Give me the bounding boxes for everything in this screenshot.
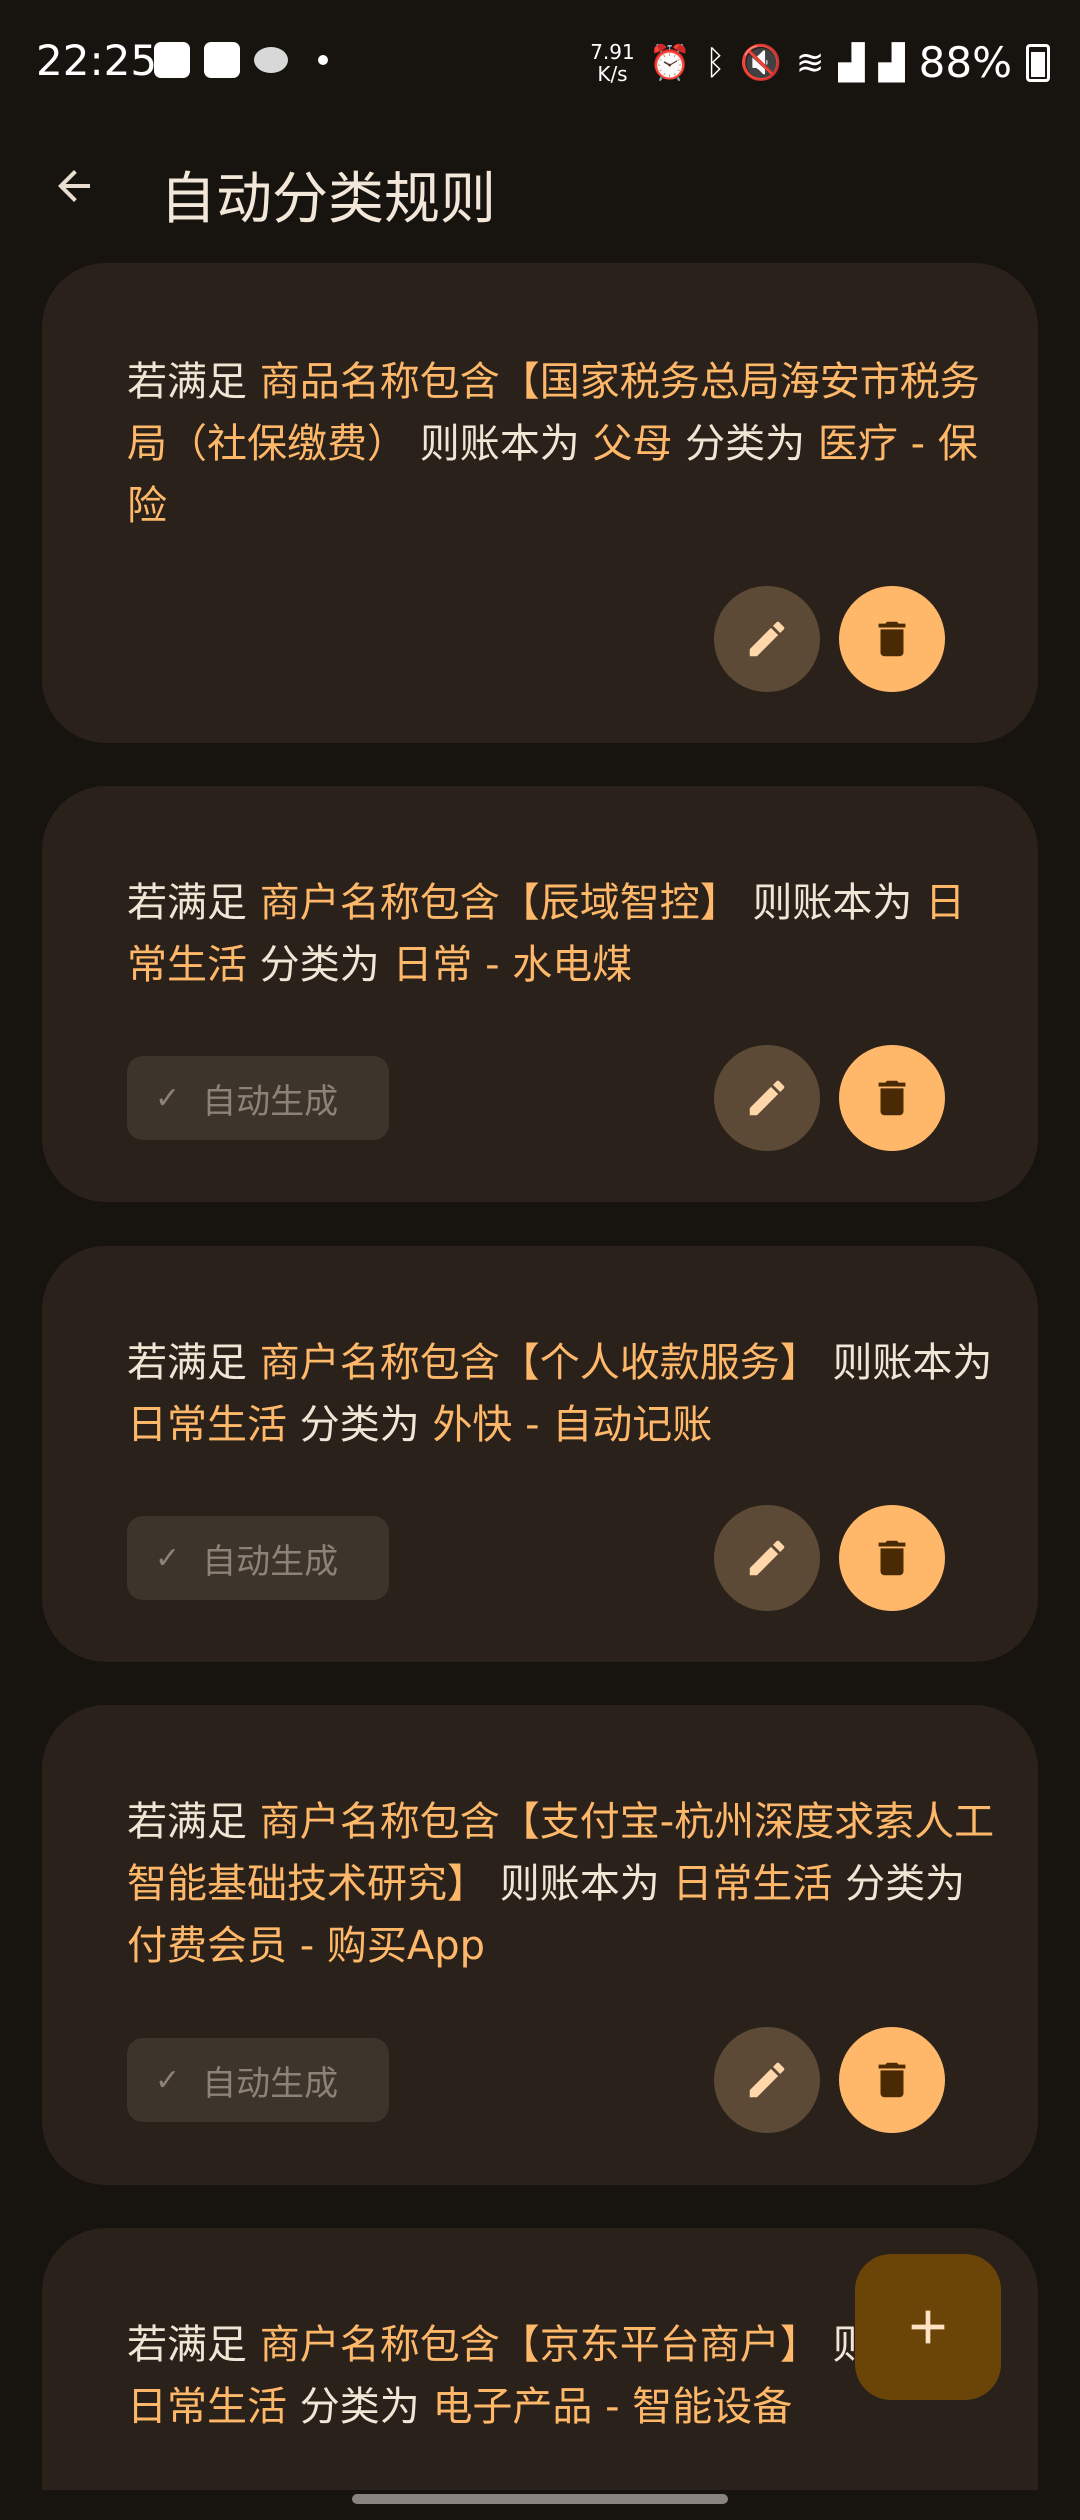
status-bar: 22:25 7.91 K/s ⏰ ᛒ 🔇 ≋ ▟ ▟ 88%	[0, 0, 1080, 130]
more-notifications-dot-icon	[318, 55, 328, 65]
pencil-icon	[749, 1540, 785, 1576]
rule-category: 日常 - 水电煤	[392, 942, 633, 988]
delete-rule-button[interactable]	[839, 1505, 945, 1611]
cloud-icon	[254, 47, 288, 73]
chip-label: 自动生成	[202, 2063, 339, 2104]
top-app-bar: 自动分类规则	[0, 130, 1080, 260]
status-time: 22:25	[36, 36, 158, 85]
chip-label: 自动生成	[202, 1081, 339, 1122]
notification-icons	[154, 42, 328, 78]
rule-condition: 商户名称包含【辰域智控】	[259, 880, 740, 926]
page-title: 自动分类规则	[160, 167, 496, 232]
delete-rule-button[interactable]	[839, 586, 945, 692]
system-icons: 7.91 K/s ⏰ ᛒ 🔇 ≋ ▟ ▟ 88%	[590, 38, 1050, 87]
signal-5g-2-icon: ▟	[878, 42, 905, 83]
rule-category: 付费会员 - 购买App	[127, 1923, 486, 1969]
battery-icon	[1026, 43, 1050, 82]
rule-description: 若满足 商品名称包含【国家税务总局海安市税务局（社保缴费） 则账本为 父母 分类…	[127, 359, 980, 529]
rule-category: 外快 - 自动记账	[432, 1402, 713, 1448]
chip-label: 自动生成	[202, 1541, 339, 1582]
rule-condition: 商户名称包含【京东平台商户】	[259, 2322, 820, 2368]
rule-description: 若满足 商户名称包含【支付宝-杭州深度求索人工智能基础技术研究】 则账本为 日常…	[127, 1799, 995, 1969]
edit-rule-button[interactable]	[714, 1045, 820, 1151]
rule-book: 日常生活	[127, 2384, 287, 2430]
mute-icon: 🔇	[739, 42, 782, 83]
rule-card: 若满足 商户名称包含【个人收款服务】 则账本为 日常生活 分类为 外快 - 自动…	[42, 1246, 1038, 1662]
pencil-icon	[749, 1080, 785, 1116]
check-icon: ✓	[155, 2062, 181, 2098]
signal-5g-1-icon: ▟	[838, 42, 865, 83]
trash-icon	[878, 1540, 906, 1576]
wifi-icon: ≋	[795, 42, 825, 83]
plus-icon	[911, 2310, 945, 2344]
check-icon: ✓	[155, 1540, 181, 1576]
edit-rule-button[interactable]	[714, 2027, 820, 2133]
auto-generated-chip: ✓ 自动生成	[127, 1516, 389, 1600]
edit-rule-button[interactable]	[714, 1505, 820, 1611]
add-rule-button[interactable]	[855, 2254, 1001, 2400]
pencil-icon	[749, 2062, 785, 2098]
rule-category: 电子产品 - 智能设备	[432, 2384, 793, 2430]
trash-icon	[878, 2062, 906, 2098]
pencil-icon	[749, 621, 785, 657]
rule-condition: 商户名称包含【个人收款服务】	[259, 1340, 820, 1386]
trash-icon	[878, 621, 906, 657]
rule-description: 若满足 商户名称包含【个人收款服务】 则账本为 日常生活 分类为 外快 - 自动…	[127, 1340, 993, 1448]
rule-description: 若满足 商户名称包含【辰域智控】 则账本为 日常生活 分类为 日常 - 水电煤	[127, 880, 966, 988]
alarm-icon: ⏰	[648, 42, 692, 83]
network-speed: 7.91 K/s	[590, 39, 635, 86]
delete-rule-button[interactable]	[839, 2027, 945, 2133]
check-icon: ✓	[155, 1080, 181, 1116]
arrow-back-icon	[58, 170, 90, 202]
gallery-icon	[154, 42, 190, 78]
rule-card: 若满足 商品名称包含【国家税务总局海安市税务局（社保缴费） 则账本为 父母 分类…	[42, 263, 1038, 743]
auto-generated-chip: ✓ 自动生成	[127, 1056, 389, 1140]
auto-generated-chip: ✓ 自动生成	[127, 2038, 389, 2122]
rule-card: 若满足 商户名称包含【辰域智控】 则账本为 日常生活 分类为 日常 - 水电煤 …	[42, 786, 1038, 1202]
battery-percent: 88%	[918, 38, 1012, 87]
rule-book: 日常生活	[127, 1402, 287, 1448]
delete-rule-button[interactable]	[839, 1045, 945, 1151]
back-button[interactable]	[38, 150, 110, 222]
rule-book: 父母	[592, 421, 673, 467]
rule-card: 若满足 商户名称包含【支付宝-杭州深度求索人工智能基础技术研究】 则账本为 日常…	[42, 1705, 1038, 2185]
bluetooth-icon: ᛒ	[705, 42, 726, 83]
rule-book: 日常生活	[672, 1861, 833, 1907]
edit-rule-button[interactable]	[714, 586, 820, 692]
trash-icon	[878, 1080, 906, 1116]
home-indicator[interactable]	[352, 2494, 728, 2504]
task-check-icon	[204, 42, 240, 78]
